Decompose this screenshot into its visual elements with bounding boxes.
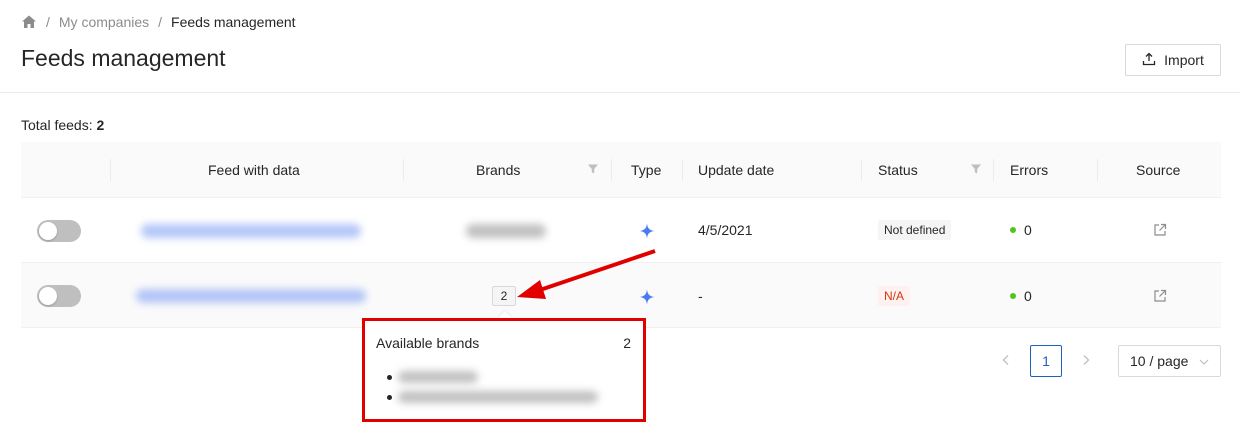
sparkle-icon (639, 223, 655, 239)
breadcrumb-current: Feeds management (171, 14, 296, 30)
brands-redacted (466, 224, 546, 238)
breadcrumb-separator: / (46, 14, 50, 30)
breadcrumb: / My companies / Feeds management (21, 13, 296, 31)
page-1-button[interactable]: 1 (1030, 345, 1062, 377)
errors-status-dot (1010, 227, 1016, 233)
column-divider (861, 159, 862, 181)
update-date: 4/5/2021 (698, 222, 753, 238)
column-header-status: Status (878, 162, 918, 178)
errors-count: 0 (1024, 288, 1032, 304)
list-item (387, 387, 598, 407)
bullet (387, 374, 392, 380)
popover-count: 2 (623, 335, 631, 351)
feed-link-redacted[interactable] (141, 224, 361, 238)
breadcrumb-separator: / (158, 14, 163, 30)
status-filter-icon[interactable] (970, 163, 982, 175)
update-date: - (698, 288, 703, 304)
column-divider (403, 159, 404, 181)
column-header-brands: Brands (476, 162, 521, 178)
page-size-select[interactable]: 10 / page (1118, 345, 1221, 377)
feed-toggle[interactable] (37, 285, 81, 307)
available-brands-popover: Available brands 2 (362, 318, 646, 422)
brands-filter-icon[interactable] (587, 163, 599, 175)
brands-count-badge[interactable]: 2 (492, 286, 516, 306)
column-header-feed: Feed with data (208, 162, 300, 178)
toggle-knob (39, 222, 57, 240)
column-divider (1097, 159, 1098, 181)
column-header-update-date: Update date (698, 162, 775, 178)
errors-status-dot (1010, 293, 1016, 299)
errors-count: 0 (1024, 222, 1032, 238)
breadcrumb-my-companies[interactable]: My companies (59, 14, 149, 30)
brands-list (387, 367, 598, 407)
home-icon[interactable] (21, 14, 37, 30)
feeds-table: Feed with data Brands Type Update date S… (21, 142, 1221, 328)
brand-name-redacted (398, 371, 478, 383)
column-divider (993, 159, 994, 181)
external-link-icon[interactable] (1153, 223, 1167, 237)
header-divider (0, 92, 1240, 93)
sparkle-icon (639, 289, 655, 305)
column-header-type: Type (631, 162, 662, 178)
column-divider (110, 159, 111, 181)
chevron-down-icon (1199, 359, 1209, 365)
status-badge: Not defined (878, 220, 952, 240)
import-button[interactable]: Import (1125, 44, 1221, 76)
next-page-icon[interactable] (1079, 353, 1093, 367)
import-label: Import (1164, 52, 1204, 68)
list-item (387, 367, 598, 387)
brand-name-redacted (398, 391, 598, 403)
feed-link-redacted[interactable] (136, 289, 366, 303)
page-size-value: 10 / page (1130, 353, 1189, 369)
total-feeds: Total feeds: 2 (21, 117, 104, 133)
column-divider (611, 159, 612, 181)
column-divider (682, 159, 683, 181)
external-link-icon[interactable] (1153, 289, 1167, 303)
upload-icon (1142, 52, 1156, 69)
total-feeds-label: Total feeds: (21, 117, 93, 133)
status-badge: N/A (878, 286, 911, 306)
popover-title: Available brands (376, 335, 480, 351)
table-header: Feed with data Brands Type Update date S… (21, 142, 1221, 198)
total-feeds-value: 2 (96, 117, 105, 133)
page-title: Feeds management (21, 45, 226, 71)
column-header-source: Source (1136, 162, 1181, 178)
toggle-knob (39, 287, 57, 305)
previous-page-icon[interactable] (999, 353, 1013, 367)
column-header-errors: Errors (1010, 162, 1049, 178)
feed-toggle[interactable] (37, 220, 81, 242)
bullet (387, 394, 392, 400)
table-row: 4/5/2021 Not defined 0 (21, 198, 1221, 263)
